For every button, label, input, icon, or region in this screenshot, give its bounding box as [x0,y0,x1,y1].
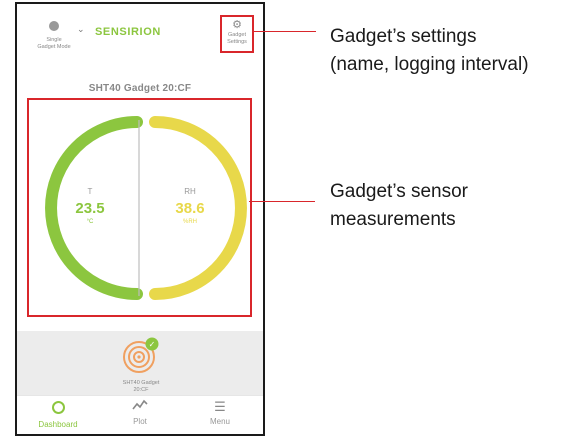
temperature-value: 23.5 [75,200,105,217]
mode-selector[interactable]: ⌄ Single Gadget Mode [29,18,85,51]
humidity-value: 38.6 [175,200,205,217]
gadget-device-icon: ✓ [123,337,159,373]
bottom-nav: Dashboard Plot ☰ Menu [17,395,263,434]
brand-logo: SENSIRION [95,26,161,38]
humidity-readout: RH 38.6 %RH [160,187,220,225]
measurements-callout: Gadget’s sensor measurements [330,181,469,230]
nav-plot[interactable]: Plot [105,399,175,426]
settings-callout: Gadget’s settings (name, logging interva… [330,26,529,75]
temperature-label: T [87,187,93,196]
device-item[interactable]: ✓ SHT40 Gadget 20:CF [111,336,171,393]
app-header: ⌄ Single Gadget Mode SENSIRION ⚙ Gadget … [17,4,263,56]
gadget-settings-button[interactable]: ⚙ Gadget Settings [220,15,254,53]
measurements-callout-line [249,201,315,202]
svg-text:✓: ✓ [149,340,156,349]
nav-dashboard[interactable]: Dashboard [23,399,93,429]
humidity-label: RH [184,187,196,196]
gadget-settings-label: Gadget Settings [227,32,247,45]
nav-dashboard-label: Dashboard [38,420,78,429]
phone-screen: ⌄ Single Gadget Mode SENSIRION ⚙ Gadget … [15,2,265,436]
humidity-unit: %RH [182,219,197,225]
gear-icon: ⚙ [232,19,242,31]
nav-menu[interactable]: ☰ Menu [185,399,255,426]
device-tray: ✓ SHT40 Gadget 20:CF [17,331,263,395]
dashboard-icon [23,399,93,418]
temperature-unit: °C [86,219,94,225]
manual-figure: ⌄ Single Gadget Mode SENSIRION ⚙ Gadget … [0,0,568,443]
gadget-mode-icon [49,21,59,31]
mode-label: Single Gadget Mode [37,37,71,50]
nav-menu-label: Menu [209,417,230,426]
device-label: SHT40 Gadget 20:CF [122,380,160,393]
measurements-panel: T 23.5 °C RH 38.6 %RH [27,98,252,317]
menu-icon: ☰ [214,399,226,414]
settings-callout-line [254,31,316,32]
gadget-title: SHT40 Gadget 20:CF [88,83,192,94]
temperature-readout: T 23.5 °C [60,187,120,225]
chevron-down-icon: ⌄ [77,24,85,34]
nav-plot-label: Plot [133,417,147,426]
plot-icon [105,399,175,415]
